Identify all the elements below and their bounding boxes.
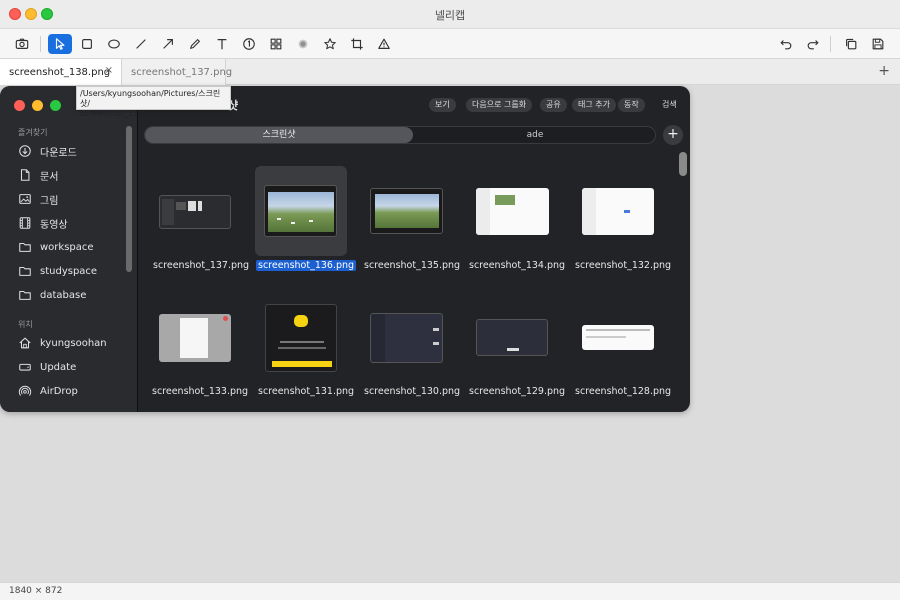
star-icon[interactable] (318, 34, 342, 54)
sidebar-item-pictures: 그림 (18, 189, 123, 209)
text-icon[interactable] (210, 34, 234, 54)
sidebar-item-database: database (18, 285, 123, 305)
tooltip-filename: screenshot_138.png (80, 109, 161, 118)
file-name: screenshot_130.png (364, 386, 461, 397)
thumbnail-133 (159, 314, 231, 362)
camera-icon[interactable] (10, 34, 34, 54)
file-name: screenshot_128.png (575, 386, 672, 397)
sidebar-item-movies: 동영상 (18, 213, 123, 233)
line-icon[interactable] (129, 34, 153, 54)
thumbnail-135 (370, 188, 443, 234)
mosaic-icon[interactable] (264, 34, 288, 54)
tooltip-path: /Users/kyungsoohan/Pictures/스크린샷/ (80, 89, 221, 108)
tab-label: screenshot_138.png (9, 66, 111, 78)
file-name-selected: screenshot_136.png (256, 260, 357, 271)
drive-icon (19, 363, 31, 371)
file-name: screenshot_131.png (258, 386, 355, 397)
finder-group-button: 다음으로 그룹화 (466, 98, 533, 112)
pen-icon[interactable] (183, 34, 207, 54)
thumbnail-136 (264, 185, 337, 237)
sidebar-item-update: Update (18, 357, 123, 377)
home-icon (19, 337, 31, 349)
photo-icon (19, 194, 31, 204)
file-name: screenshot_129.png (469, 386, 566, 397)
download-icon (19, 145, 31, 157)
sidebar-item-workspace: workspace (18, 237, 123, 257)
new-tab-button[interactable]: + (878, 63, 890, 79)
copy-icon[interactable] (839, 34, 863, 54)
document-icon (20, 169, 30, 181)
film-icon (19, 217, 31, 229)
redo-icon[interactable] (801, 34, 825, 54)
ellipse-icon[interactable] (102, 34, 126, 54)
favorites-heading: 즐겨찾기 (18, 128, 48, 137)
arrow-icon[interactable] (156, 34, 180, 54)
finder-search-button: 검색 (662, 100, 677, 109)
finder-scrollbar (679, 152, 687, 176)
tab-close-icon[interactable]: × (105, 65, 113, 76)
tab-screenshot-138[interactable]: screenshot_138.png × (0, 59, 122, 85)
select-arrow-icon[interactable] (48, 34, 72, 54)
finder-close-button (14, 100, 25, 111)
sidebar-scrollbar (126, 126, 132, 272)
thumbnail-132 (582, 188, 654, 235)
title-bar: 넬리캡 (0, 0, 900, 28)
step-number-icon[interactable] (237, 34, 261, 54)
folder-icon (19, 290, 31, 300)
finder-tab-bar: 스크린샷 ade (144, 126, 656, 144)
thumbnail-129 (476, 319, 548, 356)
finder-tab-screenshots: 스크린샷 (145, 127, 413, 143)
thumbnail-130 (370, 313, 443, 363)
finder-minimize-button (32, 100, 43, 111)
folder-icon (19, 266, 31, 276)
finder-tab-ade: ade (526, 130, 544, 140)
sidebar-item-studyspace: studyspace (18, 261, 123, 281)
finder-sidebar: 즐겨찾기 다운로드 문서 그림 동영상 workspace studyspace… (0, 86, 138, 412)
file-name: screenshot_135.png (364, 260, 461, 271)
file-path-tooltip: /Users/kyungsoohan/Pictures/스크린샷/ screen… (76, 86, 231, 118)
finder-action-button: 동작 (618, 98, 645, 112)
sidebar-item-airdrop: AirDrop (18, 381, 123, 401)
annotation-toolbar (0, 28, 900, 59)
folder-icon (19, 242, 31, 252)
warning-icon[interactable] (372, 34, 396, 54)
tab-label: screenshot_137.png (131, 66, 233, 78)
airdrop-icon (18, 385, 32, 396)
file-name: screenshot_133.png (152, 386, 249, 397)
sidebar-item-documents: 문서 (18, 165, 123, 185)
thumbnail-131 (265, 304, 337, 372)
tab-bar: screenshot_138.png × screenshot_137.png … (0, 59, 900, 85)
finder-zoom-button (50, 100, 61, 111)
sidebar-item-home: kyungsoohan (18, 333, 123, 353)
rectangle-icon[interactable] (75, 34, 99, 54)
file-name: screenshot_132.png (575, 260, 672, 271)
tab-screenshot-137[interactable]: screenshot_137.png (122, 59, 232, 85)
file-name: screenshot_137.png (153, 260, 250, 271)
finder-tag-button: 태그 추가 (572, 98, 616, 112)
finder-add-tab-icon: + (663, 125, 683, 145)
file-name: screenshot_134.png (469, 260, 566, 271)
finder-view-button: 보기 (429, 98, 456, 112)
locations-heading: 위치 (18, 320, 33, 329)
thumbnail-137 (159, 195, 231, 229)
captured-image[interactable]: 즐겨찾기 다운로드 문서 그림 동영상 workspace studyspace… (0, 86, 690, 412)
status-bar: 1840 × 872 (0, 582, 900, 600)
image-dimensions: 1840 × 872 (9, 586, 63, 596)
blur-icon[interactable] (291, 34, 315, 54)
window-title: 넬리캡 (434, 9, 466, 22)
save-icon[interactable] (866, 34, 890, 54)
thumbnail-134 (476, 188, 549, 235)
undo-icon[interactable] (774, 34, 798, 54)
crop-icon[interactable] (345, 34, 369, 54)
sidebar-item-downloads: 다운로드 (18, 141, 123, 161)
finder-share-button: 공유 (540, 98, 567, 112)
thumbnail-128 (582, 325, 654, 350)
